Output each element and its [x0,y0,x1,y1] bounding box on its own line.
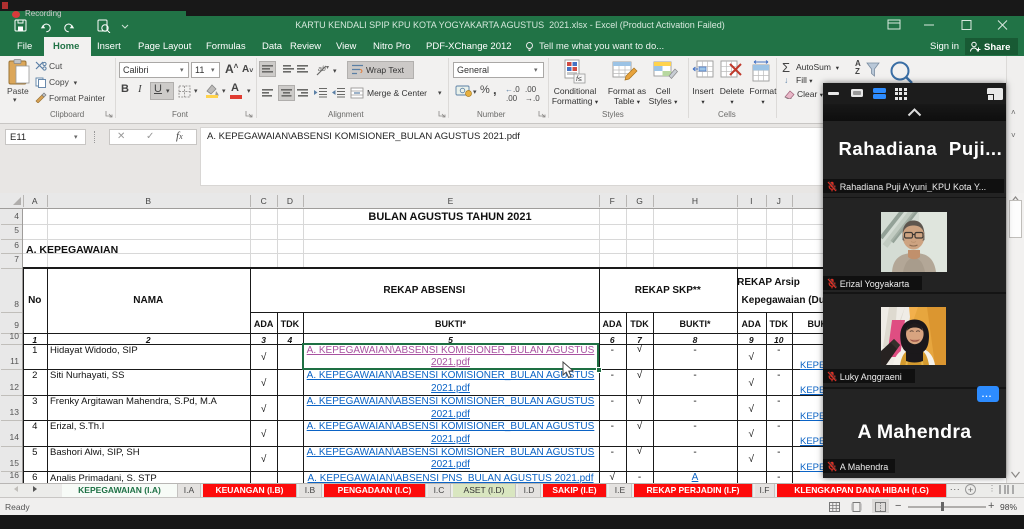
svg-text:f≤: f≤ [576,76,582,83]
svg-text:ab: ab [318,66,326,73]
